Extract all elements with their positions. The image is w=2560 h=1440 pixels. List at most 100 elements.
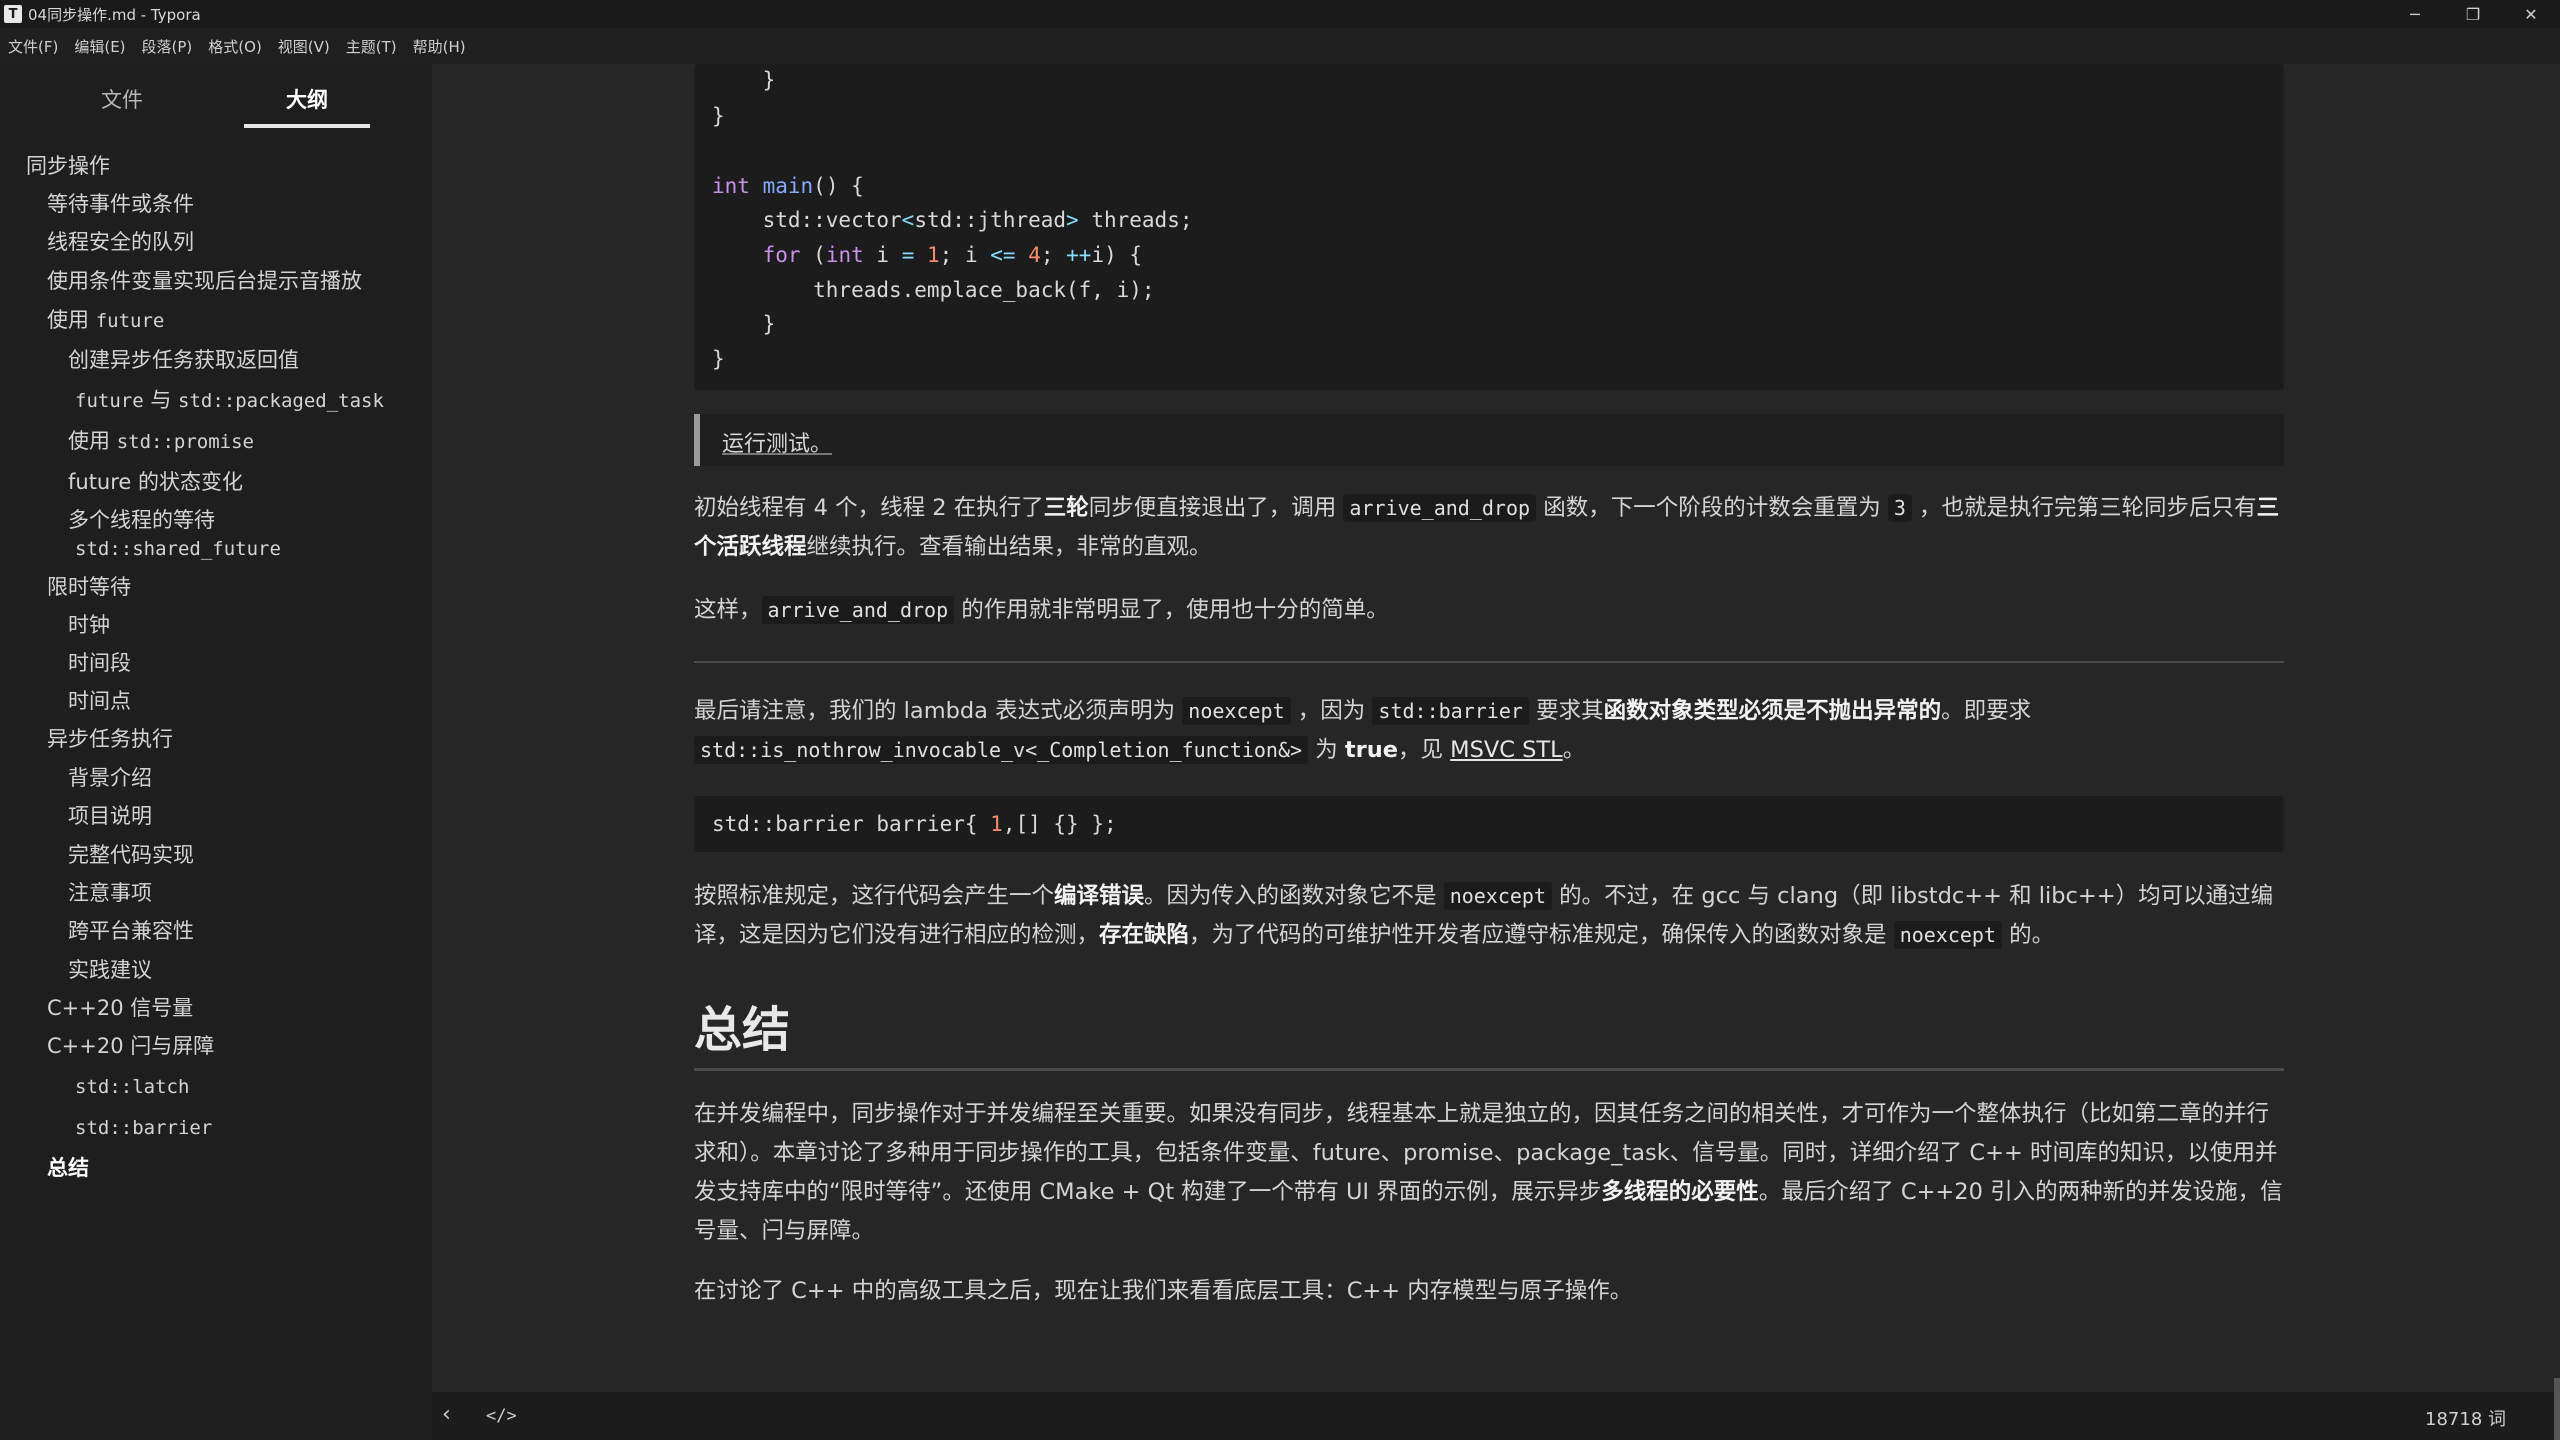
- code-line: for (int i = 1; i <= 4; ++i) {: [762, 243, 1143, 267]
- outline-item[interactable]: 多个线程的等待 std::shared_future: [68, 506, 281, 563]
- outline-item[interactable]: 完整代码实现: [68, 841, 194, 869]
- msvc-stl-link[interactable]: MSVC STL: [1450, 737, 1563, 763]
- code-line: }: [712, 104, 725, 128]
- code-line: threads.emplace_back(f, i);: [712, 278, 1155, 302]
- paragraph[interactable]: 在讨论了 C++ 中的高级工具之后，现在让我们来看看底层工具：C++ 内存模型与…: [694, 1272, 2284, 1311]
- outline-item-label: future 的状态变化: [68, 470, 244, 494]
- outline-item-label: 限时等待: [47, 575, 131, 599]
- paragraph[interactable]: 最后请注意，我们的 lambda 表达式必须声明为 noexcept ，因为 s…: [694, 692, 2284, 770]
- outline-item-code: future: [75, 390, 144, 412]
- outline-item[interactable]: 时钟: [68, 611, 110, 639]
- outline-item-label: 完整代码实现: [68, 843, 194, 867]
- active-tab-indicator: [244, 124, 370, 128]
- window-controls: ─ ❐ ✕: [2386, 0, 2560, 28]
- scrollbar-thumb[interactable]: [2554, 1378, 2560, 1440]
- heading-rule: [694, 1068, 2284, 1071]
- code-line: }: [712, 347, 725, 371]
- outline-item-label: 与: [143, 388, 178, 412]
- outline-item-code: std::barrier: [75, 1117, 213, 1139]
- outline-item[interactable]: 限时等待: [47, 573, 131, 601]
- blockquote[interactable]: 运行测试。: [694, 414, 2284, 466]
- editor-content[interactable]: } } int main() { std::vector<std::jthrea…: [432, 64, 2560, 1392]
- close-button[interactable]: ✕: [2502, 0, 2560, 28]
- restore-button[interactable]: ❐: [2444, 0, 2502, 28]
- outline-item[interactable]: 异步任务执行: [47, 725, 173, 753]
- outline-item[interactable]: 创建异步任务获取返回值: [68, 346, 299, 374]
- paragraph[interactable]: 这样， arrive_and_drop 的作用就非常明显了，使用也十分的简单。: [694, 591, 2284, 630]
- menu-edit[interactable]: 编辑(E): [74, 36, 125, 57]
- outline-item-label: 同步操作: [26, 154, 110, 178]
- outline-item[interactable]: future 的状态变化: [68, 468, 243, 496]
- outline-item-code: future: [95, 310, 165, 332]
- outline-item-label: 等待事件或条件: [47, 192, 194, 216]
- menu-help[interactable]: 帮助(H): [413, 36, 466, 57]
- outline-item-code: std::packaged_task: [178, 390, 384, 412]
- outline-item-label: 跨平台兼容性: [68, 919, 194, 943]
- sidebar-tabs: 文件 大纲: [0, 64, 432, 130]
- outline-item[interactable]: std::barrier: [75, 1113, 212, 1142]
- outline-item[interactable]: 实践建议: [68, 956, 152, 984]
- outline-item[interactable]: 背景介绍: [68, 764, 152, 792]
- outline-item[interactable]: 时间段: [68, 649, 131, 677]
- outline-item[interactable]: 使用 future: [47, 306, 164, 335]
- tab-outline[interactable]: 大纲: [286, 84, 328, 114]
- menu-bar: 文件(F) 编辑(E) 段落(P) 格式(O) 视图(V) 主题(T) 帮助(H…: [0, 28, 2560, 64]
- outline-item[interactable]: 项目说明: [68, 802, 152, 830]
- menu-paragraph[interactable]: 段落(P): [142, 36, 193, 57]
- source-code-mode-icon[interactable]: </>: [486, 1406, 517, 1426]
- outline-item-label: 总结: [47, 1156, 89, 1180]
- outline-item[interactable]: 线程安全的队列: [47, 228, 194, 256]
- sidebar: 文件 大纲 同步操作 等待事件或条件 线程安全的队列 使用条件变量实现后台提示音…: [0, 64, 432, 1440]
- outline-item[interactable]: std::latch: [75, 1072, 189, 1101]
- code-block[interactable]: std::barrier barrier{ 1,[] {} };: [694, 796, 2284, 852]
- code-line: }: [712, 312, 776, 336]
- minimize-button[interactable]: ─: [2386, 0, 2444, 28]
- outline-item-code: std::latch: [75, 1076, 190, 1098]
- tab-files[interactable]: 文件: [101, 84, 143, 114]
- outline-item[interactable]: C++20 信号量: [47, 994, 193, 1022]
- outline-item-label: C++20 闩与屏障: [47, 1034, 215, 1058]
- outline-item-active[interactable]: 总结: [47, 1154, 89, 1182]
- blockquote-text: 运行测试。: [722, 432, 833, 457]
- menu-file[interactable]: 文件(F): [8, 36, 58, 57]
- outline-item[interactable]: 使用 std::promise: [68, 427, 254, 456]
- heading-summary[interactable]: 总结: [694, 990, 790, 1060]
- outline-item[interactable]: 等待事件或条件: [47, 190, 194, 218]
- outline-item-label: C++20 信号量: [47, 996, 194, 1020]
- outline-item[interactable]: 时间点: [68, 687, 131, 715]
- outline-item-label: 时间点: [68, 689, 131, 713]
- outline-item-label: 实践建议: [68, 958, 152, 982]
- menu-format[interactable]: 格式(O): [208, 36, 262, 57]
- code-block[interactable]: } } int main() { std::vector<std::jthrea…: [694, 64, 2284, 390]
- outline-item-label: 注意事项: [68, 881, 152, 905]
- outline-item-label: 时间段: [68, 651, 131, 675]
- code-line: }: [712, 68, 776, 92]
- title-bar: T 04同步操作.md - Typora ─ ❐ ✕: [0, 0, 2560, 28]
- toggle-sidebar-icon[interactable]: ‹: [442, 1402, 451, 1427]
- status-bar: ‹ </> 18718 词: [432, 1392, 2560, 1440]
- menu-theme[interactable]: 主题(T): [346, 36, 397, 57]
- paragraph[interactable]: 在并发编程中，同步操作对于并发编程至关重要。如果没有同步，线程基本上就是独立的，…: [694, 1095, 2284, 1251]
- outline-item[interactable]: 注意事项: [68, 879, 152, 907]
- outline-item-label: 使用条件变量实现后台提示音播放: [47, 269, 362, 293]
- outline-item-code: std::promise: [116, 431, 254, 453]
- outline-item-label: 多个线程的等待: [68, 508, 215, 532]
- outline-item[interactable]: C++20 闩与屏障: [47, 1032, 214, 1060]
- outline-item[interactable]: 同步操作: [26, 152, 110, 180]
- menu-view[interactable]: 视图(V): [278, 36, 330, 57]
- outline-item-label: 使用: [68, 429, 117, 453]
- outline-item-label: 背景介绍: [68, 766, 152, 790]
- outline-item[interactable]: 使用条件变量实现后台提示音播放: [47, 267, 362, 295]
- paragraph[interactable]: 初始线程有 4 个，线程 2 在执行了三轮同步便直接退出了，调用 arrive_…: [694, 489, 2284, 567]
- outline-item-label: 线程安全的队列: [47, 230, 194, 254]
- outline-item[interactable]: future 与 std::packaged_task: [75, 386, 384, 415]
- outline-item-label: 使用: [47, 308, 96, 332]
- outline-item-label: 时钟: [68, 613, 110, 637]
- code-line: std::barrier barrier{ 1,[] {} };: [712, 812, 1117, 836]
- outline-item[interactable]: 跨平台兼容性: [68, 917, 194, 945]
- outline-item-label: 创建异步任务获取返回值: [68, 348, 299, 372]
- paragraph[interactable]: 按照标准规定，这行代码会产生一个编译错误。因为传入的函数对象它不是 noexce…: [694, 877, 2284, 955]
- code-line: int main() {: [712, 174, 864, 198]
- code-line: std::vector<std::jthread> threads;: [712, 208, 1193, 232]
- word-count[interactable]: 18718 词: [2425, 1405, 2506, 1431]
